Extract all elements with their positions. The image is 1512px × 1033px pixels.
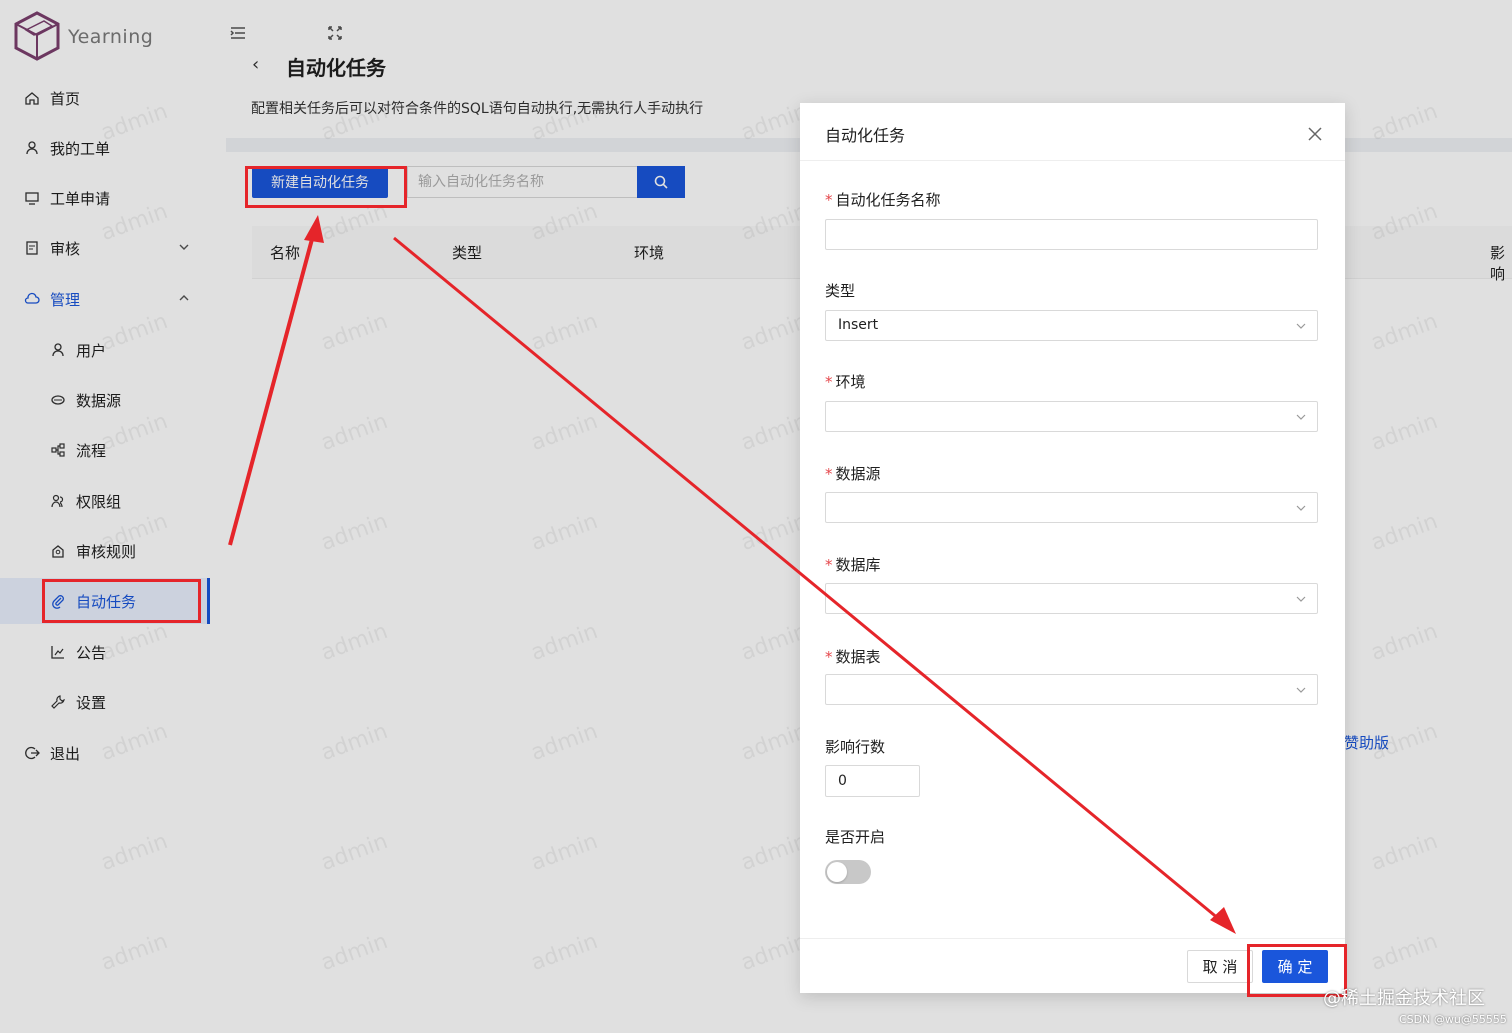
enabled-switch[interactable] — [825, 860, 871, 884]
task-name-input[interactable] — [825, 219, 1318, 250]
chevron-down-icon — [1296, 596, 1306, 602]
field-label-env: * 环境 — [825, 371, 866, 392]
csdn-credit: CSDN @wu@55555 — [1399, 1013, 1507, 1026]
required-mark: * — [825, 373, 833, 391]
cancel-button[interactable]: 取 消 — [1187, 950, 1253, 983]
field-label-table: * 数据表 — [825, 646, 881, 667]
juejin-credit: @稀土掘金技术社区 — [1323, 988, 1485, 1009]
chevron-down-icon — [1296, 687, 1306, 693]
field-label-name: * 自动化任务名称 — [825, 189, 941, 210]
field-label-database: * 数据库 — [825, 554, 881, 575]
required-mark: * — [825, 191, 833, 209]
modal-header-divider — [800, 160, 1345, 161]
required-mark: * — [825, 465, 833, 483]
close-icon[interactable] — [1306, 125, 1324, 143]
label-text: 数据表 — [835, 648, 881, 666]
chevron-down-icon — [1296, 505, 1306, 511]
label-text: 数据库 — [835, 556, 881, 574]
field-label-enabled: 是否开启 — [825, 828, 886, 846]
modal-title: 自动化任务 — [825, 126, 906, 145]
auto-task-modal: 自动化任务 * 自动化任务名称 类型 Insert * 环境 * 数据源 * 数据库 *… — [800, 103, 1345, 993]
modal-footer-divider — [800, 938, 1345, 939]
database-select[interactable] — [825, 583, 1318, 614]
required-mark: * — [825, 556, 833, 574]
field-label-type: 类型 — [825, 282, 856, 300]
field-label-rows: 影响行数 — [825, 738, 886, 756]
chevron-down-icon — [1296, 323, 1306, 329]
label-text: 自动化任务名称 — [835, 191, 941, 209]
type-select[interactable]: Insert — [825, 310, 1318, 341]
env-select[interactable] — [825, 401, 1318, 432]
required-mark: * — [825, 648, 833, 666]
label-text: 数据源 — [835, 465, 881, 483]
type-select-value: Insert — [838, 317, 879, 333]
datasource-select[interactable] — [825, 492, 1318, 523]
label-text: 环境 — [835, 373, 866, 391]
switch-knob — [827, 862, 847, 882]
table-select[interactable] — [825, 674, 1318, 705]
chevron-down-icon — [1296, 414, 1306, 420]
field-label-source: * 数据源 — [825, 463, 881, 484]
affected-rows-input[interactable] — [825, 765, 920, 797]
confirm-button[interactable]: 确 定 — [1262, 950, 1328, 983]
